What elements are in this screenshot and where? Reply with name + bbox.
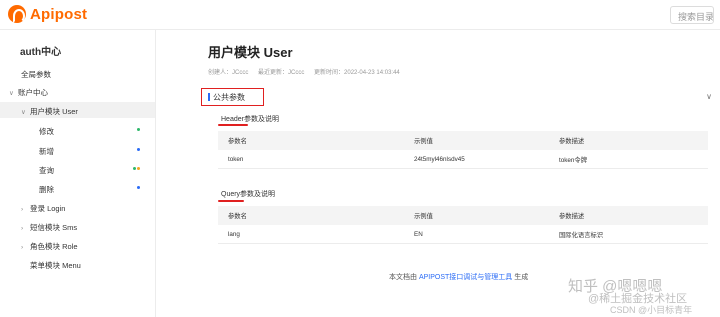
sidebar-item-label: 短信模块 Sms	[30, 223, 78, 232]
column-header: 参数名	[228, 213, 247, 220]
main-content: 用户模块 User 创建人：JCccc 最近更新：JCccc 更新时间：2022…	[157, 30, 720, 317]
section-label: 公共参数	[213, 93, 245, 102]
app-logo-text: Apipost	[30, 5, 88, 23]
sidebar-item-label: 账户中心	[18, 88, 48, 97]
chevron-down-icon[interactable]: ∨	[21, 108, 30, 116]
sidebar-item-label: 角色模块 Role	[30, 242, 78, 251]
table-header: 参数名 示例值 参数描述	[218, 131, 708, 150]
sidebar-item-global-params[interactable]: 全局参数	[21, 69, 51, 80]
app-logo[interactable]: Apipost	[8, 5, 87, 23]
sidebar-item-label: 新增	[39, 147, 54, 156]
apipost-link[interactable]: APIPOST接口调试与管理工具	[419, 274, 512, 281]
footer-suffix: 生成	[514, 274, 529, 281]
meta-updater: 最近更新：JCccc	[258, 70, 305, 76]
method-dot	[137, 186, 140, 189]
method-dot	[137, 128, 140, 131]
query-params-table: 参数名 示例值 参数描述 lang EN 国际化语言标识	[218, 206, 708, 244]
sidebar-item-account-center[interactable]: ∨ 账户中心	[9, 87, 48, 98]
sidebar-item-query[interactable]: 查询	[39, 165, 54, 176]
doc-meta: 创建人：JCccc 最近更新：JCccc 更新时间：2022-04-23 14:…	[208, 67, 408, 76]
column-header: 示例值	[414, 138, 433, 145]
sidebar-item-add[interactable]: 新增	[39, 146, 54, 157]
section-public-params[interactable]: 公共参数	[201, 88, 264, 106]
query-params-title: Query参数及说明	[221, 191, 276, 198]
sidebar-item-label: 删除	[39, 185, 54, 194]
annotation-underline	[218, 200, 244, 202]
chevron-right-icon[interactable]: ›	[21, 206, 30, 213]
sidebar-item-label: 查询	[39, 166, 54, 175]
column-header: 参数描述	[559, 213, 585, 220]
table-cell: lang	[228, 230, 240, 238]
sidebar-item-label: 修改	[39, 127, 54, 136]
meta-creator: 创建人：JCccc	[208, 70, 249, 76]
sidebar: auth中心 全局参数 ∨ 账户中心 ∨ 用户模块 User 修改 新增 查询 删除…	[0, 30, 156, 317]
chevron-down-icon[interactable]: ∨	[9, 89, 18, 97]
header-params-table: 参数名 示例值 参数描述 token 24t5myl46nlsdv45 toke…	[218, 131, 708, 169]
chevron-down-icon[interactable]: ∨	[706, 92, 712, 101]
apipost-logo-icon	[8, 5, 26, 23]
sidebar-item-label: 登录 Login	[30, 204, 66, 213]
sidebar-item-edit[interactable]: 修改	[39, 126, 54, 137]
table-row: token 24t5myl46nlsdv45 token令牌	[218, 150, 708, 169]
column-header: 示例值	[414, 213, 433, 220]
sidebar-item-login[interactable]: › 登录 Login	[21, 203, 65, 214]
sidebar-item-label: 菜单模块 Menu	[30, 261, 81, 270]
search-input[interactable]: 搜索目录	[670, 6, 714, 24]
table-cell: 24t5myl46nlsdv45	[414, 155, 465, 163]
table-cell: EN	[414, 230, 423, 238]
method-dot	[133, 167, 136, 170]
sidebar-item-delete[interactable]: 删除	[39, 184, 54, 195]
table-header: 参数名 示例值 参数描述	[218, 206, 708, 225]
sidebar-item-label: 用户模块 User	[30, 107, 78, 116]
method-dot	[137, 148, 140, 151]
sidebar-item-role[interactable]: › 角色模块 Role	[21, 241, 78, 252]
page-title: 用户模块 User	[208, 45, 293, 60]
table-cell: token	[228, 155, 244, 163]
table-cell: token令牌	[559, 156, 587, 164]
table-cell: 国际化语言标识	[559, 231, 604, 239]
annotation-underline	[218, 124, 248, 126]
watermark-csdn: CSDN @小目标青年	[610, 305, 693, 315]
section-accent-bar	[208, 93, 210, 101]
column-header: 参数名	[228, 138, 247, 145]
sidebar-item-sms[interactable]: › 短信模块 Sms	[21, 222, 77, 233]
chevron-right-icon[interactable]: ›	[21, 244, 30, 251]
chevron-right-icon[interactable]: ›	[21, 225, 30, 232]
column-header: 参数描述	[559, 138, 585, 145]
project-title: auth中心	[20, 47, 62, 58]
footer-prefix: 本文档由	[389, 274, 417, 281]
sidebar-item-menu[interactable]: 菜单模块 Menu	[30, 260, 81, 271]
top-bar: Apipost 搜索目录	[0, 0, 720, 30]
meta-updated-at: 更新时间：2022-04-23 14:03:44	[314, 70, 400, 76]
sidebar-item-label: 全局参数	[21, 70, 51, 79]
footer-note: 本文档由 APIPOST接口调试与管理工具 生成	[389, 272, 528, 282]
table-row: lang EN 国际化语言标识	[218, 225, 708, 244]
method-dot	[137, 167, 140, 170]
sidebar-item-user-module[interactable]: ∨ 用户模块 User	[0, 102, 155, 118]
header-params-title: Header参数及说明	[221, 116, 279, 123]
